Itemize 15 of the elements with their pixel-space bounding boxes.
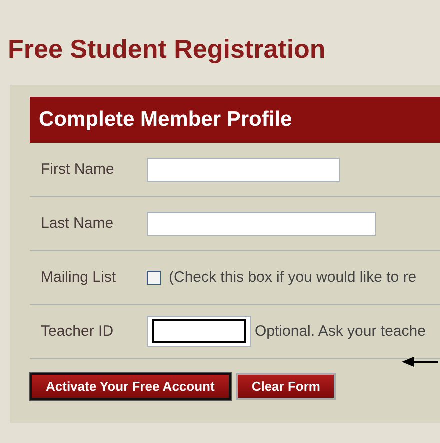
- form-header: Complete Member Profile: [30, 97, 440, 143]
- field-label: Mailing List: [41, 269, 118, 286]
- field-hint: Optional. Ask your teache: [255, 323, 426, 340]
- checkbox[interactable]: [147, 270, 161, 284]
- arrow-icon: [402, 356, 438, 368]
- field-label: Last Name: [41, 215, 115, 232]
- field-label: Teacher ID: [41, 323, 115, 340]
- input-field[interactable]: [147, 316, 251, 347]
- checkbox-note: (Check this box if you would like to re: [169, 269, 417, 286]
- clear-button[interactable]: Clear Form: [236, 373, 336, 400]
- page-title: Free Student Registration: [8, 34, 327, 65]
- input-field[interactable]: [147, 158, 340, 182]
- input-field[interactable]: [147, 212, 376, 236]
- submit-button[interactable]: Activate Your Free Account: [30, 373, 231, 400]
- field-label: First Name: [41, 161, 116, 178]
